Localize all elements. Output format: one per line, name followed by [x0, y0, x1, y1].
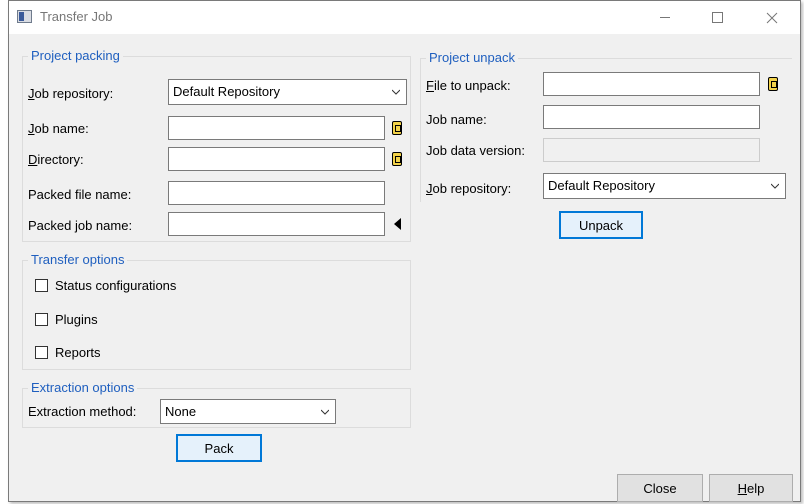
packed-file-name-label: Packed file name: [28, 187, 132, 202]
folder-browse-icon [768, 77, 778, 91]
extraction-method-label: Extraction method: [28, 404, 137, 419]
maximize-icon [711, 12, 723, 23]
close-icon [766, 12, 778, 23]
minimize-button[interactable] [642, 1, 688, 34]
transfer-job-dialog: Transfer Job Project packing Job reposit… [8, 0, 801, 502]
title-bar: Transfer Job [9, 1, 800, 34]
extraction-options-label: Extraction options [28, 380, 138, 396]
packed-job-name-label: Packed job name: [28, 218, 133, 233]
job-name-input[interactable] [168, 116, 385, 140]
job-data-version-label: Job data version: [426, 143, 526, 158]
unpack-job-repository-select[interactable]: Default Repository [543, 173, 786, 199]
job-repository-value: Default Repository [173, 84, 280, 99]
directory-label: Directory: [28, 152, 84, 167]
file-to-unpack-label: File to unpack: [426, 78, 511, 93]
close-button[interactable]: Close [617, 474, 703, 502]
reports-label: Reports [55, 345, 101, 360]
window-title: Transfer Job [40, 9, 113, 24]
file-to-unpack-browse-button[interactable] [763, 72, 783, 96]
close-window-button[interactable] [749, 1, 795, 34]
extraction-method-value: None [165, 404, 197, 419]
project-unpack-label: Project unpack [426, 50, 518, 66]
job-repository-label: Job repository: [28, 86, 114, 101]
unpack-button[interactable]: Unpack [559, 211, 643, 239]
status-configurations-label: Status configurations [55, 278, 177, 293]
directory-browse-button[interactable] [387, 147, 407, 171]
plugins-checkbox[interactable] [35, 313, 48, 326]
folder-browse-icon [392, 152, 402, 166]
maximize-button[interactable] [694, 1, 740, 34]
app-icon [17, 10, 32, 23]
reports-checkbox[interactable] [35, 346, 48, 359]
plugins-label: Plugins [55, 312, 98, 327]
pack-button[interactable]: Pack [176, 434, 262, 462]
unpack-job-repository-label: Job repository: [426, 181, 512, 196]
packed-job-name-arrow-button[interactable] [387, 212, 407, 236]
folder-browse-icon [392, 121, 402, 135]
minimize-icon [660, 17, 670, 18]
directory-input[interactable] [168, 147, 385, 171]
chevron-down-icon [771, 183, 779, 189]
unpack-job-name-input[interactable] [543, 105, 760, 129]
unpack-job-repository-value: Default Repository [548, 178, 655, 193]
transfer-options-label: Transfer options [28, 252, 128, 268]
extraction-method-select[interactable]: None [160, 399, 336, 424]
help-button[interactable]: Help [709, 474, 793, 502]
unpack-job-name-label: Job name: [426, 112, 487, 127]
project-packing-label: Project packing [28, 48, 123, 64]
chevron-down-icon [321, 409, 329, 415]
file-to-unpack-input[interactable] [543, 72, 760, 96]
status-configurations-checkbox[interactable] [35, 279, 48, 292]
job-repository-select[interactable]: Default Repository [168, 79, 407, 105]
job-name-browse-button[interactable] [387, 116, 407, 140]
job-name-label: Job name: [28, 121, 89, 136]
packed-file-name-input[interactable] [168, 181, 385, 205]
chevron-down-icon [392, 89, 400, 95]
left-arrow-icon [393, 218, 401, 230]
job-data-version-input [543, 138, 760, 162]
packed-job-name-input[interactable] [168, 212, 385, 236]
